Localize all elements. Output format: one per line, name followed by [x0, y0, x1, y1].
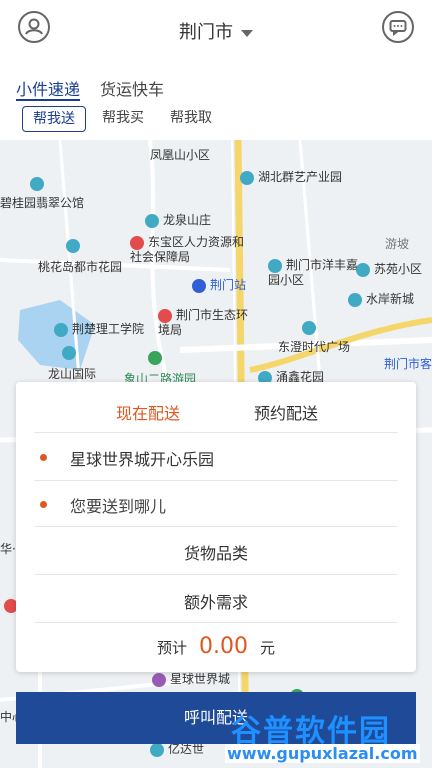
poi-label: 星球世界城	[152, 670, 230, 687]
government-pin-icon	[130, 235, 144, 250]
poi-label: 凤凰山小区	[150, 148, 211, 162]
poi-label: 荆楚理工学院	[54, 320, 144, 337]
divider	[34, 526, 398, 527]
dropoff-address-field[interactable]: 您要送到哪儿	[70, 493, 166, 517]
poi-marker	[148, 350, 166, 365]
chip-help-buy[interactable]: 帮我买	[92, 106, 154, 130]
chip-help-send[interactable]: 帮我送	[22, 106, 86, 132]
poi-label: 龙泉山庄	[145, 211, 211, 228]
extra-requirements-field[interactable]: 额外需求	[16, 589, 416, 613]
poi-label: 水岸新城	[348, 290, 414, 307]
train-station-icon	[192, 278, 206, 293]
poi-label: 东宝区人力资源和社会保障局	[130, 235, 245, 264]
building-icon	[62, 345, 76, 360]
poi-label: 华·	[0, 542, 16, 556]
building-icon	[66, 238, 80, 253]
app-header: 荆门市	[0, 0, 432, 63]
building-icon	[150, 742, 164, 757]
poi-label: 湖北群艺产业园	[240, 168, 342, 185]
poi-marker	[302, 320, 320, 335]
poi-marker	[30, 176, 48, 191]
park-icon	[148, 350, 162, 365]
school-icon	[54, 322, 68, 337]
divider	[34, 432, 398, 433]
chevron-down-icon	[241, 29, 253, 37]
tab-freight[interactable]: 货运快车	[100, 76, 164, 100]
building-icon	[302, 320, 316, 335]
watermark-url: www.gupuxlazal.com	[225, 744, 420, 763]
delivery-form-card: 现在配送 预约配送 星球世界城开心乐园 您要送到哪儿 货物品类 额外需求 预计 0…	[16, 382, 416, 672]
scheduled-delivery-tab[interactable]: 预约配送	[254, 400, 318, 424]
building-icon	[30, 176, 44, 191]
building-icon	[145, 213, 159, 228]
poi-label: 苏苑小区	[356, 260, 422, 277]
poi-label: 东澄时代广场	[278, 340, 351, 354]
watermark: 谷普软件园 www.gupuxlazal.com	[225, 706, 432, 768]
price-estimate: 预计 0.00 元	[16, 634, 416, 659]
poi-label: 荆门市生态环境局	[158, 308, 249, 337]
divider	[34, 480, 398, 481]
poi-label: 碧桂园翡翠公馆	[0, 196, 85, 210]
chip-help-pickup[interactable]: 帮我取	[160, 106, 222, 130]
estimate-value: 0.00	[199, 634, 248, 659]
pickup-dot-icon	[40, 454, 47, 461]
deliver-now-tab[interactable]: 现在配送	[116, 400, 180, 424]
building-icon	[240, 170, 254, 185]
divider	[34, 622, 398, 623]
pickup-address-field[interactable]: 星球世界城开心乐园	[70, 446, 214, 470]
poi-label: 荆门市洋丰嘉园小区	[268, 258, 359, 287]
poi-label: 荆门市客	[384, 357, 432, 371]
message-icon[interactable]	[382, 11, 414, 43]
tab-small-parcel[interactable]: 小件速递	[16, 76, 80, 100]
poi-marker	[66, 238, 84, 253]
service-tabs: 小件速递 货运快车 帮我送 帮我买 帮我取	[0, 62, 432, 140]
divider	[34, 574, 398, 575]
city-name: 荆门市	[179, 22, 233, 43]
dropoff-dot-icon	[40, 501, 47, 508]
poi-marker	[62, 345, 80, 360]
building-icon	[268, 258, 282, 273]
poi-label: 游坡	[385, 237, 410, 251]
building-icon	[348, 292, 362, 307]
currency-unit: 元	[259, 639, 275, 657]
shop-icon	[152, 672, 166, 687]
poi-label: 桃花岛都市花园	[38, 260, 123, 274]
goods-type-field[interactable]: 货物品类	[16, 540, 416, 564]
active-tab-indicator	[16, 99, 80, 101]
government-pin-icon	[158, 308, 172, 323]
city-selector[interactable]: 荆门市	[0, 18, 432, 44]
building-icon	[356, 262, 370, 277]
estimate-label: 预计	[156, 639, 187, 657]
poi-label: 荆门站	[192, 276, 246, 293]
poi-label: 龙山国际	[48, 367, 97, 381]
